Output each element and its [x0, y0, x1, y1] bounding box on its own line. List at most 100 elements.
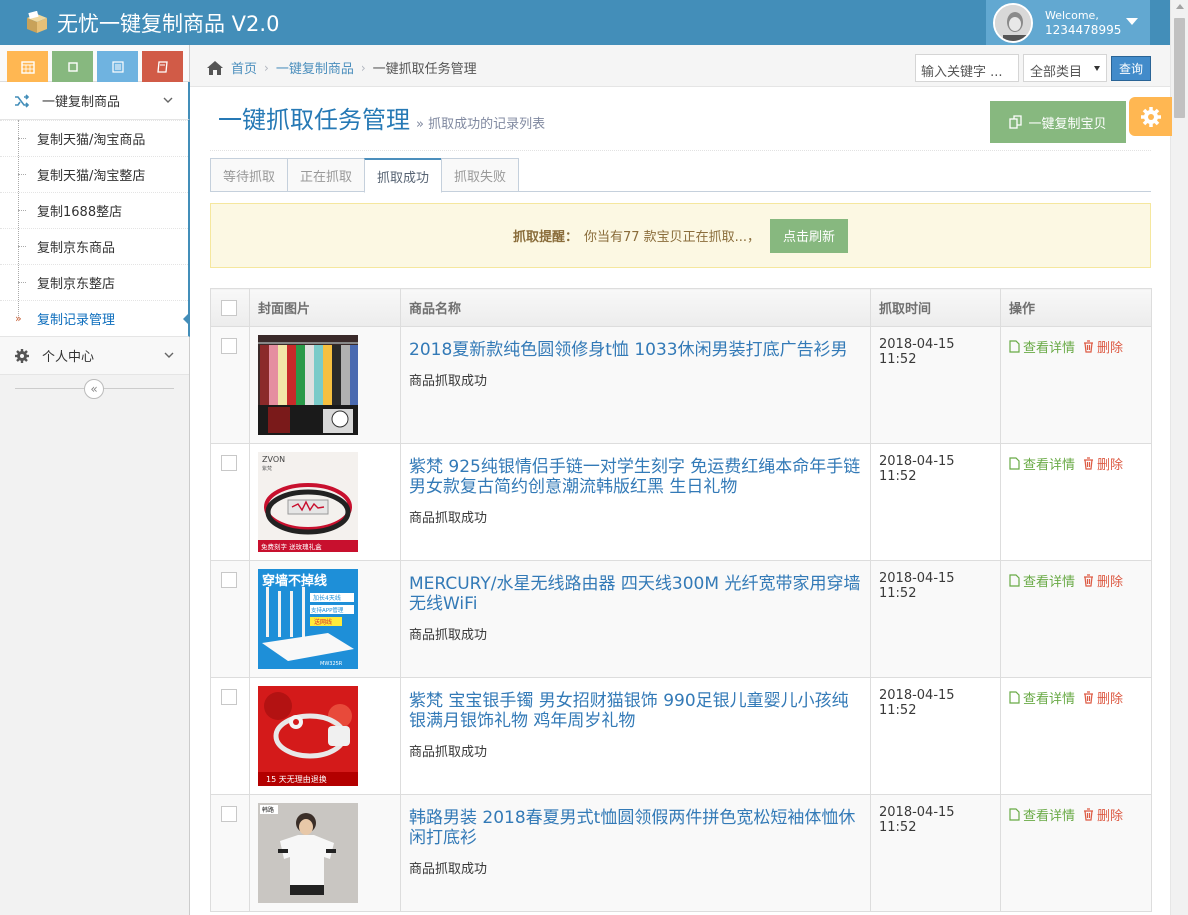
- sidebar-item-label: 复制京东整店: [37, 277, 116, 292]
- product-title-link[interactable]: MERCURY/水星无线路由器 四天线300M 光纤宽带家用穿墙无线WiFi: [409, 574, 862, 614]
- user-id: 1234478995: [1045, 22, 1122, 37]
- chevron-down-icon: [163, 97, 173, 103]
- delete-link[interactable]: 删除: [1083, 454, 1123, 473]
- breadcrumb-separator: ›: [264, 60, 269, 75]
- delete-link[interactable]: 删除: [1083, 337, 1123, 356]
- collapse-sidebar-button[interactable]: «: [84, 379, 104, 399]
- view-detail-label: 查看详情: [1023, 575, 1076, 590]
- row-checkbox[interactable]: [221, 806, 237, 822]
- sidebar-item-label: 复制天猫/淘宝商品: [37, 133, 146, 148]
- breadcrumb-home[interactable]: 首页: [231, 58, 257, 77]
- nav-personal-center[interactable]: 个人中心: [0, 337, 189, 375]
- product-title-link[interactable]: 韩路男装 2018春夏男式t恤圆领假两件拼色宽松短袖体恤休闲打底衫: [409, 808, 862, 848]
- thumb-banner-text: 15 天无理由退换: [266, 774, 327, 784]
- copy-icon: [1009, 115, 1023, 129]
- sidebar-item-label: 复制记录管理: [37, 313, 116, 328]
- view-detail-link[interactable]: 查看详情: [1009, 571, 1075, 590]
- column-header: 封面图片: [249, 288, 401, 327]
- tab-waiting[interactable]: 等待抓取: [210, 158, 288, 192]
- user-menu[interactable]: Welcome, 1234478995: [986, 0, 1150, 45]
- tab-crawling[interactable]: 正在抓取: [287, 158, 365, 192]
- tab-success[interactable]: 抓取成功: [364, 158, 442, 193]
- thumb-brand-sub: 紫梵: [262, 466, 272, 472]
- shortcut-book[interactable]: [142, 51, 183, 82]
- sidebar-item-copy-tmall-shop[interactable]: 复制天猫/淘宝整店: [0, 156, 188, 192]
- page-header: 一键抓取任务管理 » 抓取成功的记录列表: [218, 100, 545, 135]
- table-row: ZVON 紫梵 免费刻字 送玫瑰礼盒 紫梵 925纯银情侣手链一对学生刻字 免运…: [210, 443, 1152, 561]
- nav-copy-goods-label: 一键复制商品: [42, 95, 121, 110]
- category-select[interactable]: 全部类目: [1023, 54, 1107, 82]
- double-angle-right-icon: »: [15, 312, 22, 325]
- home-icon: [207, 60, 223, 75]
- app-title: 无忧一键复制商品 V2.0: [57, 12, 280, 36]
- settings-button[interactable]: [1129, 97, 1172, 136]
- query-button[interactable]: 查询: [1111, 56, 1151, 81]
- alert-text: 你当有77 款宝贝正在抓取...，: [583, 230, 761, 245]
- brand[interactable]: 无忧一键复制商品 V2.0: [25, 8, 279, 38]
- view-detail-link[interactable]: 查看详情: [1009, 805, 1075, 824]
- breadcrumb-separator: ›: [360, 60, 366, 75]
- row-actions: 查看详情 删除: [1009, 454, 1143, 473]
- product-thumbnail[interactable]: [258, 335, 358, 435]
- nav-personal-label: 个人中心: [42, 350, 95, 365]
- column-header: 抓取时间: [870, 288, 1001, 327]
- sidebar-item-copy-jd-goods[interactable]: 复制京东商品: [0, 228, 188, 264]
- nav-copy-goods[interactable]: 一键复制商品: [0, 82, 190, 120]
- welcome-text: Welcome, 1234478995: [1045, 9, 1121, 37]
- scroll-thumb[interactable]: [1174, 18, 1185, 118]
- select-all-checkbox[interactable]: [221, 299, 237, 316]
- sidebar-item-copy-tmall-goods[interactable]: 复制天猫/淘宝商品: [0, 120, 188, 156]
- refresh-button[interactable]: 点击刷新: [770, 218, 849, 253]
- delete-link[interactable]: 删除: [1083, 805, 1123, 824]
- view-detail-link[interactable]: 查看详情: [1009, 454, 1075, 473]
- column-header: 操作: [1000, 288, 1152, 327]
- shortcut-list[interactable]: [97, 51, 138, 82]
- row-checkbox[interactable]: [221, 689, 237, 705]
- chevron-down-icon: [164, 352, 174, 358]
- delete-link[interactable]: 删除: [1083, 571, 1123, 590]
- sidebar-shortcuts: [0, 45, 189, 82]
- scrollbar[interactable]: [1170, 0, 1188, 915]
- copy-item-label: 一键复制宝贝: [1028, 116, 1107, 132]
- crawl-status: 商品抓取成功: [409, 628, 488, 643]
- row-checkbox[interactable]: [221, 338, 237, 354]
- product-thumbnail[interactable]: 穿墙不掉线 加长4天线 支持APP管理 送网线 MW325R: [258, 569, 358, 669]
- double-angle-left-icon: «: [90, 382, 98, 396]
- user-photo-icon: [995, 4, 1031, 41]
- search-input[interactable]: 输入关键字 ...: [915, 54, 1019, 82]
- product-title-link[interactable]: 紫梵 宝宝银手镯 男女招财猫银饰 990足银儿童婴儿小孩纯银满月银饰礼物 鸡年周…: [409, 691, 862, 731]
- row-checkbox[interactable]: [221, 572, 237, 588]
- box-icon: [27, 11, 47, 33]
- thumb-banner-text: 免费刻字 送玫瑰礼盒: [261, 542, 322, 551]
- product-title-link[interactable]: 紫梵 925纯银情侣手链一对学生刻字 免运费红绳本命年手链男女款复古简约创意潮流…: [409, 457, 862, 497]
- row-actions: 查看详情 删除: [1009, 337, 1143, 356]
- view-detail-label: 查看详情: [1023, 458, 1076, 473]
- product-thumbnail[interactable]: 韩路: [258, 803, 358, 903]
- sidebar-item-copy-1688-shop[interactable]: 复制1688整店: [0, 192, 188, 228]
- scroll-up-icon[interactable]: [1176, 4, 1184, 9]
- product-thumbnail[interactable]: 15 天无理由退换: [258, 686, 358, 786]
- view-detail-link[interactable]: 查看详情: [1009, 688, 1075, 707]
- sidebar-item-copy-records[interactable]: » 复制记录管理: [0, 300, 190, 336]
- file-icon: [1009, 808, 1020, 821]
- view-detail-link[interactable]: 查看详情: [1009, 337, 1075, 356]
- delete-link[interactable]: 删除: [1083, 688, 1123, 707]
- trash-icon: [1084, 457, 1094, 470]
- crawl-time: 2018-04-15 11:52: [879, 805, 955, 835]
- shortcut-calendar[interactable]: [7, 51, 48, 82]
- avatar: [993, 2, 1033, 43]
- product-thumbnail[interactable]: ZVON 紫梵 免费刻字 送玫瑰礼盒: [258, 452, 358, 552]
- sidebar-item-copy-jd-shop[interactable]: 复制京东整店: [0, 264, 188, 300]
- crawl-status: 商品抓取成功: [409, 511, 488, 526]
- crawl-status: 商品抓取成功: [409, 745, 488, 760]
- copy-item-button[interactable]: 一键复制宝贝: [990, 101, 1126, 143]
- shortcut-square[interactable]: [52, 51, 93, 82]
- file-icon: [1009, 340, 1020, 353]
- row-checkbox[interactable]: [221, 455, 237, 471]
- tab-failed[interactable]: 抓取失败: [441, 158, 519, 192]
- select-all-cell: [210, 288, 250, 327]
- breadcrumb-copy-goods[interactable]: 一键复制商品: [276, 58, 354, 77]
- crawl-time: 2018-04-15 11:52: [879, 454, 955, 484]
- product-title-link[interactable]: 2018夏新款纯色圆领修身t恤 1033休闲男装打底广告衫男: [409, 340, 862, 360]
- delete-label: 删除: [1097, 458, 1124, 473]
